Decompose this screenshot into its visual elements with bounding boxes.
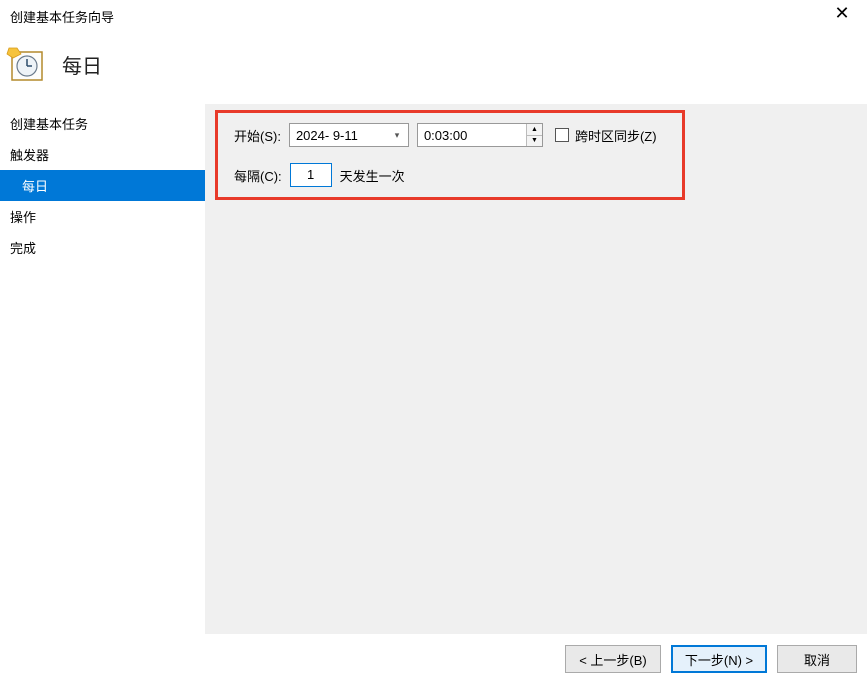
start-time-value: 0:03:00 xyxy=(422,128,524,143)
close-icon[interactable]: ✕ xyxy=(827,4,857,28)
next-button[interactable]: 下一步(N) > xyxy=(671,645,767,673)
sync-timezone-label: 跨时区同步(Z) xyxy=(575,126,657,145)
spinner-down-icon[interactable]: ▼ xyxy=(527,136,542,147)
sync-timezone-checkbox-wrap[interactable]: 跨时区同步(Z) xyxy=(555,126,657,145)
spinner-up-icon[interactable]: ▲ xyxy=(527,124,542,136)
sync-timezone-checkbox[interactable] xyxy=(555,128,569,142)
clock-icon xyxy=(6,44,46,84)
start-label: 开始(S): xyxy=(234,126,281,145)
window-title: 创建基本任务向导 xyxy=(10,7,114,26)
sidebar-item-daily[interactable]: 每日 xyxy=(0,170,205,201)
page-header: 每日 xyxy=(0,30,867,104)
sidebar: 创建基本任务 触发器 每日 操作 完成 xyxy=(0,104,205,634)
start-time-input[interactable]: 0:03:00 ▲ ▼ xyxy=(417,123,543,147)
start-row: 开始(S): 2024- 9-11 ▾ 0:03:00 ▲ ▼ 跨时区同步(Z) xyxy=(234,123,666,147)
sidebar-item-label: 触发器 xyxy=(10,148,49,163)
body: 创建基本任务 触发器 每日 操作 完成 开始(S): 2024- 9-11 ▾ … xyxy=(0,104,867,634)
time-spinner: ▲ ▼ xyxy=(526,124,542,146)
interval-suffix: 天发生一次 xyxy=(340,166,405,185)
sidebar-item-create-basic-task[interactable]: 创建基本任务 xyxy=(0,108,205,139)
back-button[interactable]: < 上一步(B) xyxy=(565,645,661,673)
start-date-input[interactable]: 2024- 9-11 ▾ xyxy=(289,123,409,147)
page-title: 每日 xyxy=(62,50,102,79)
sidebar-item-label: 每日 xyxy=(22,179,48,194)
highlight-box: 开始(S): 2024- 9-11 ▾ 0:03:00 ▲ ▼ 跨时区同步(Z) xyxy=(215,110,685,200)
sidebar-item-label: 完成 xyxy=(10,241,36,256)
interval-row: 每隔(C): 1 天发生一次 xyxy=(234,163,666,187)
sidebar-item-trigger[interactable]: 触发器 xyxy=(0,139,205,170)
chevron-down-icon[interactable]: ▾ xyxy=(390,130,404,141)
sidebar-item-label: 创建基本任务 xyxy=(10,117,88,132)
sidebar-item-action[interactable]: 操作 xyxy=(0,201,205,232)
titlebar: 创建基本任务向导 ✕ xyxy=(0,0,867,30)
interval-input[interactable]: 1 xyxy=(290,163,332,187)
content-panel: 开始(S): 2024- 9-11 ▾ 0:03:00 ▲ ▼ 跨时区同步(Z) xyxy=(205,104,867,634)
start-date-value: 2024- 9-11 xyxy=(294,128,390,143)
button-bar: < 上一步(B) 下一步(N) > 取消 xyxy=(565,645,857,673)
interval-label: 每隔(C): xyxy=(234,166,282,185)
sidebar-item-label: 操作 xyxy=(10,210,36,225)
cancel-button[interactable]: 取消 xyxy=(777,645,857,673)
sidebar-item-finish[interactable]: 完成 xyxy=(0,232,205,263)
